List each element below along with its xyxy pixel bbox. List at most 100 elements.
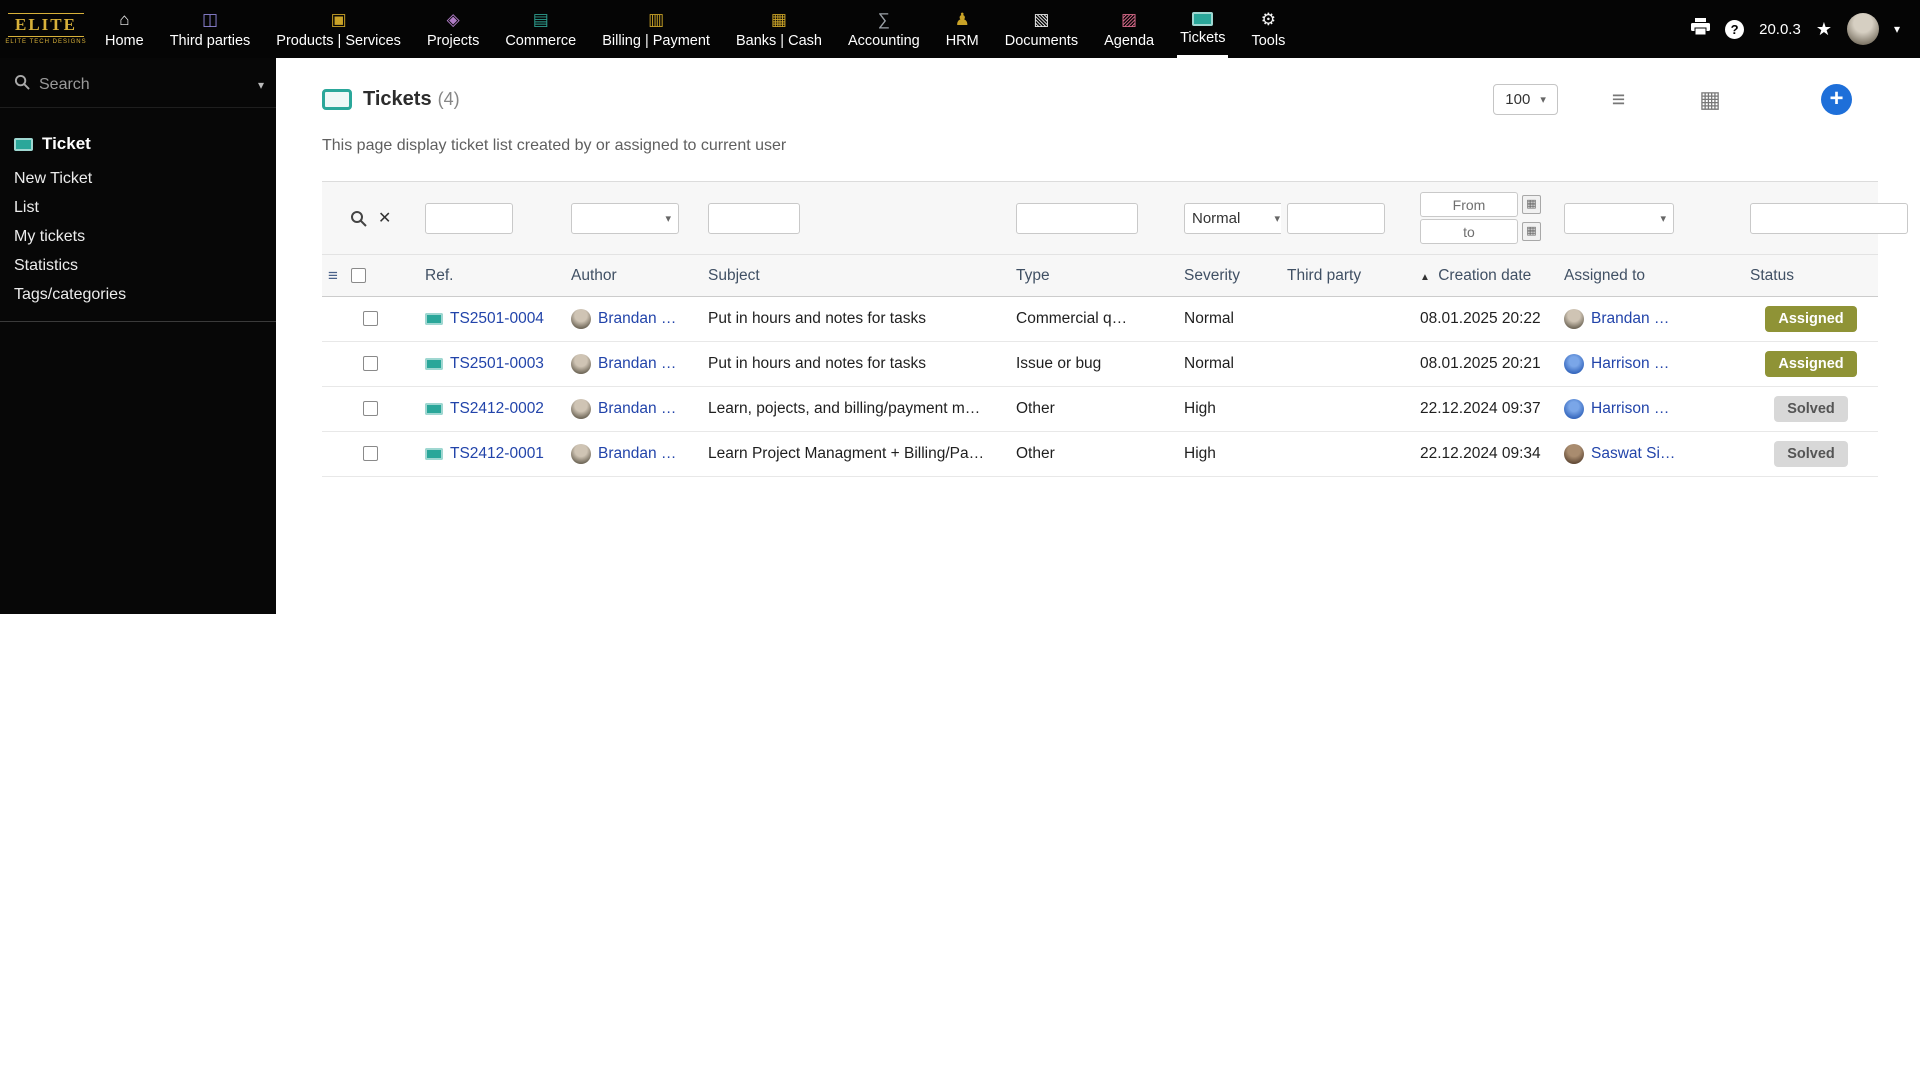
calendar-icon[interactable]: ▦: [1522, 222, 1541, 241]
filter-third-party-input[interactable]: [1287, 202, 1385, 234]
assigned-to-link[interactable]: Brandan …: [1591, 310, 1669, 328]
row-checkbox[interactable]: [363, 311, 378, 327]
sort-asc-icon: ▲: [1420, 271, 1430, 283]
bookmark-star-icon[interactable]: ★: [1816, 19, 1832, 40]
filter-subject-input[interactable]: [708, 202, 800, 234]
column-header-creation-date[interactable]: ▲ Creation date: [1414, 254, 1558, 297]
tools-icon: ⚙: [1260, 9, 1277, 29]
search-input[interactable]: [39, 75, 249, 94]
top-menu-item-commerce[interactable]: ▤ Commerce: [492, 0, 589, 58]
app-logo-title: ELITE: [8, 13, 84, 37]
top-menu-item-billing-payment[interactable]: ▥ Billing | Payment: [589, 0, 723, 58]
ticket-type: Issue or bug: [1010, 341, 1178, 387]
row-checkbox[interactable]: [363, 401, 378, 417]
filter-clear-icon[interactable]: ✕: [378, 210, 391, 227]
projects-icon: ◈: [446, 9, 460, 29]
tickets-title-icon: [322, 89, 352, 110]
column-header-author[interactable]: Author: [565, 254, 702, 297]
author-link[interactable]: Brandan …: [598, 445, 676, 463]
top-menu-item-projects[interactable]: ◈ Projects: [414, 0, 492, 58]
ticket-third-party: [1281, 431, 1414, 477]
row-checkbox[interactable]: [363, 356, 378, 372]
author-link[interactable]: Brandan …: [598, 400, 676, 418]
caret-down-icon: ▾: [1660, 212, 1666, 225]
table-row: TS2501-0004 Brandan … Put in hours and n…: [322, 296, 1878, 342]
assigned-to-link[interactable]: Harrison …: [1591, 355, 1669, 373]
add-ticket-button[interactable]: +: [1821, 84, 1852, 115]
filter-type-input[interactable]: [1016, 202, 1138, 234]
view-grid-icon[interactable]: ▦: [1699, 88, 1721, 111]
page-size-value: 100: [1505, 91, 1531, 108]
status-badge: Solved: [1774, 395, 1848, 423]
top-menu-item-products-services[interactable]: ▣ Products | Services: [263, 0, 414, 58]
select-all-checkbox[interactable]: [351, 268, 367, 283]
print-button[interactable]: [1691, 18, 1711, 40]
ticket-ref-link[interactable]: TS2412-0002: [450, 400, 544, 418]
top-menu-item-tools[interactable]: ⚙ Tools: [1238, 0, 1298, 58]
filter-assigned-select[interactable]: ▾: [1564, 202, 1674, 234]
tickets-icon: [1192, 12, 1214, 26]
user-menu-chevron-icon[interactable]: ▾: [1894, 22, 1900, 36]
user-avatar[interactable]: [1846, 13, 1879, 45]
row-checkbox[interactable]: [363, 446, 378, 462]
filter-date-to-input[interactable]: [1420, 219, 1518, 244]
view-list-icon[interactable]: ≡: [1612, 88, 1625, 111]
ticket-ref-link[interactable]: TS2501-0003: [450, 355, 544, 373]
top-menu-item-accounting[interactable]: ∑ Accounting: [835, 0, 933, 58]
ticket-ref-link[interactable]: TS2501-0004: [450, 310, 544, 328]
page-size-select[interactable]: 100 ▾: [1493, 84, 1558, 115]
ticket-subject: Learn Project Managment + Billing/Pa…: [702, 431, 1010, 477]
sidebar-item-statistics[interactable]: Statistics: [0, 251, 276, 280]
ticket-icon: [425, 358, 443, 370]
author-avatar: [571, 444, 591, 464]
search-dropdown-icon[interactable]: ▾: [258, 78, 264, 92]
app-logo-subtitle: ELITE TECH DESIGNS: [5, 39, 87, 45]
top-menu-item-agenda[interactable]: ▨ Agenda: [1091, 0, 1167, 58]
filter-date-from-input[interactable]: [1420, 192, 1518, 217]
column-header-severity[interactable]: Severity: [1178, 254, 1281, 297]
tickets-count: (4): [437, 89, 460, 109]
sidebar-item-new-ticket[interactable]: New Ticket: [0, 164, 276, 193]
column-header-type[interactable]: Type: [1010, 254, 1178, 297]
filter-author-select[interactable]: ▾: [571, 202, 679, 234]
column-header-subject[interactable]: Subject: [702, 254, 1010, 297]
top-menu-item-tickets[interactable]: Tickets: [1167, 0, 1238, 58]
assigned-to-link[interactable]: Harrison …: [1591, 400, 1669, 418]
sidebar-item-my-tickets[interactable]: My tickets: [0, 222, 276, 251]
list-fields-icon[interactable]: ≡: [328, 266, 338, 285]
search-icon: [14, 74, 30, 95]
ticket-subject: Put in hours and notes for tasks: [702, 341, 1010, 387]
table-row: TS2412-0001 Brandan … Learn Project Mana…: [322, 431, 1878, 477]
column-header-assigned-to[interactable]: Assigned to: [1558, 254, 1744, 297]
top-menu-item-documents[interactable]: ▧ Documents: [992, 0, 1091, 58]
top-menu-item-third-parties[interactable]: ◫ Third parties: [157, 0, 264, 58]
column-header-status[interactable]: Status: [1744, 254, 1878, 297]
author-link[interactable]: Brandan …: [598, 355, 676, 373]
ticket-third-party: [1281, 341, 1414, 387]
calendar-icon[interactable]: ▦: [1522, 195, 1541, 214]
column-header-third-party[interactable]: Third party: [1281, 254, 1414, 297]
help-button[interactable]: ?: [1725, 19, 1745, 39]
third-parties-icon: ◫: [201, 9, 219, 29]
top-menu-item-home[interactable]: ⌂ Home: [92, 0, 157, 58]
ticket-type: Other: [1010, 431, 1178, 477]
sidebar-divider: [0, 321, 276, 322]
author-link[interactable]: Brandan …: [598, 310, 676, 328]
filter-status-input[interactable]: [1750, 202, 1908, 234]
top-menu-item-hrm[interactable]: ♟ HRM: [933, 0, 992, 58]
column-header-ref[interactable]: Ref.: [419, 254, 565, 297]
ticket-third-party: [1281, 386, 1414, 432]
sidebar-item-list[interactable]: List: [0, 193, 276, 222]
ticket-ref-link[interactable]: TS2412-0001: [450, 445, 544, 463]
filter-ref-input[interactable]: [425, 202, 513, 234]
filter-search-icon[interactable]: [350, 210, 367, 227]
assigned-to-link[interactable]: Saswat Si…: [1591, 445, 1675, 463]
sidebar-section-title: Ticket: [42, 134, 91, 153]
filter-severity-select[interactable]: Normal ▾: [1184, 202, 1288, 234]
sidebar-item-tags-categories[interactable]: Tags/categories: [0, 280, 276, 309]
top-menu: ⌂ Home ◫ Third parties ▣ Products | Serv…: [92, 0, 1691, 58]
app-logo[interactable]: ELITE ELITE TECH DESIGNS: [0, 0, 92, 58]
ticket-severity: High: [1178, 431, 1281, 477]
status-badge: Assigned: [1765, 305, 1857, 333]
top-menu-item-banks-cash[interactable]: ▦ Banks | Cash: [723, 0, 835, 58]
